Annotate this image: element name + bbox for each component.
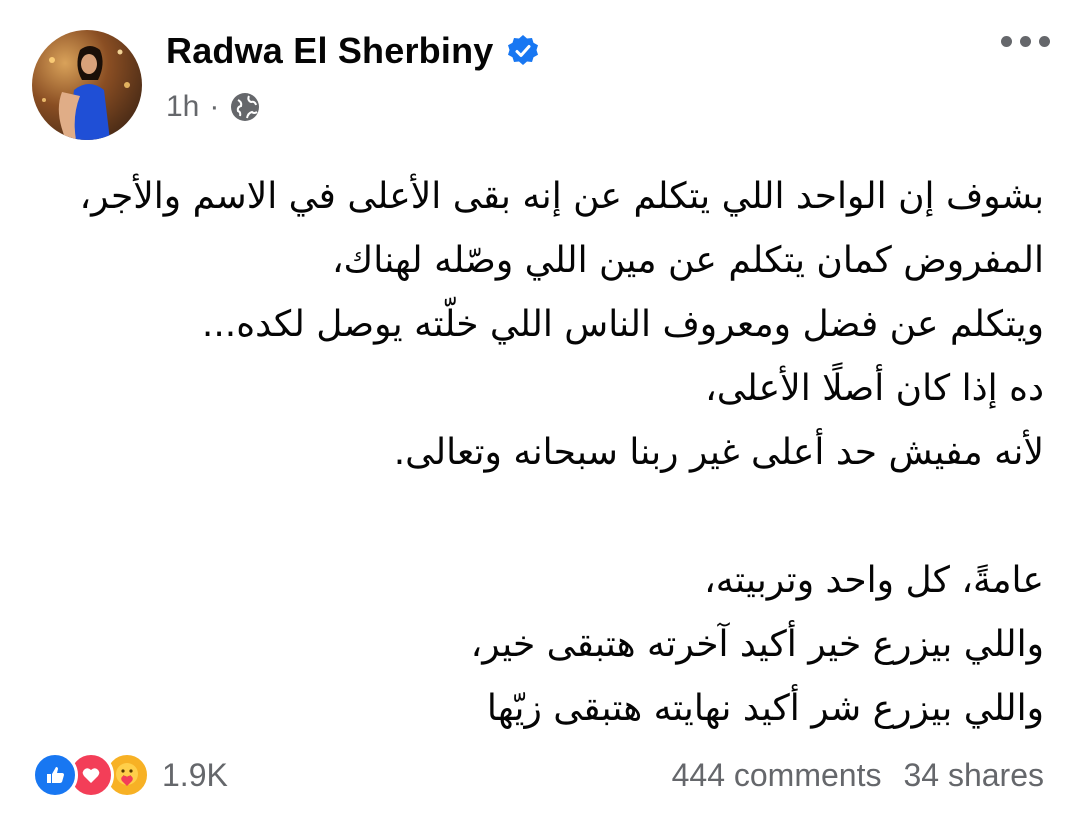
post-line: واللي بيزرع خير أكيد آخرته هتبقى خير،	[470, 624, 1044, 665]
post-body: بشوف إن الواحد اللي يتكلم عن إنه بقى الأ…	[34, 165, 1044, 741]
verified-badge-icon	[506, 34, 540, 68]
more-options-icon[interactable]	[1001, 36, 1050, 47]
more-dot	[1001, 36, 1012, 47]
post-time[interactable]: 1h	[166, 90, 199, 124]
post-line: المفروض كمان يتكلم عن مين اللي وصّله لهن…	[331, 240, 1044, 281]
shares-link[interactable]: 34 shares	[903, 757, 1044, 794]
post-line: بشوف إن الواحد اللي يتكلم عن إنه بقى الأ…	[79, 176, 1044, 217]
post-line: واللي بيزرع شر أكيد نهايته هتبقى زيّها	[486, 688, 1044, 729]
more-dot	[1020, 36, 1031, 47]
engagement-stats: 444 comments 34 shares	[672, 757, 1044, 794]
post-line: ويتكلم عن فضل ومعروف الناس اللي خلّته يو…	[201, 304, 1044, 345]
post-line: ده إذا كان أصلًا الأعلى،	[705, 368, 1044, 409]
like-icon	[32, 752, 78, 798]
reactions-summary[interactable]: 1.9K	[32, 752, 228, 798]
author-name[interactable]: Radwa El Sherbiny	[166, 30, 494, 72]
post-footer: 1.9K 444 comments 34 shares	[32, 752, 1044, 798]
author-name-row: Radwa El Sherbiny	[166, 30, 540, 72]
comments-link[interactable]: 444 comments	[672, 757, 882, 794]
avatar-image	[42, 46, 130, 140]
post-meta: 1h ·	[166, 90, 261, 124]
reaction-count: 1.9K	[162, 756, 228, 793]
author-avatar[interactable]	[32, 30, 142, 140]
post-line: لأنه مفيش حد أعلى غير ربنا سبحانه وتعالى…	[393, 432, 1044, 473]
meta-separator: ·	[209, 90, 220, 123]
post-line: عامةً، كل واحد وتربيته،	[704, 560, 1044, 601]
globe-icon[interactable]	[229, 91, 261, 123]
more-dot	[1039, 36, 1050, 47]
